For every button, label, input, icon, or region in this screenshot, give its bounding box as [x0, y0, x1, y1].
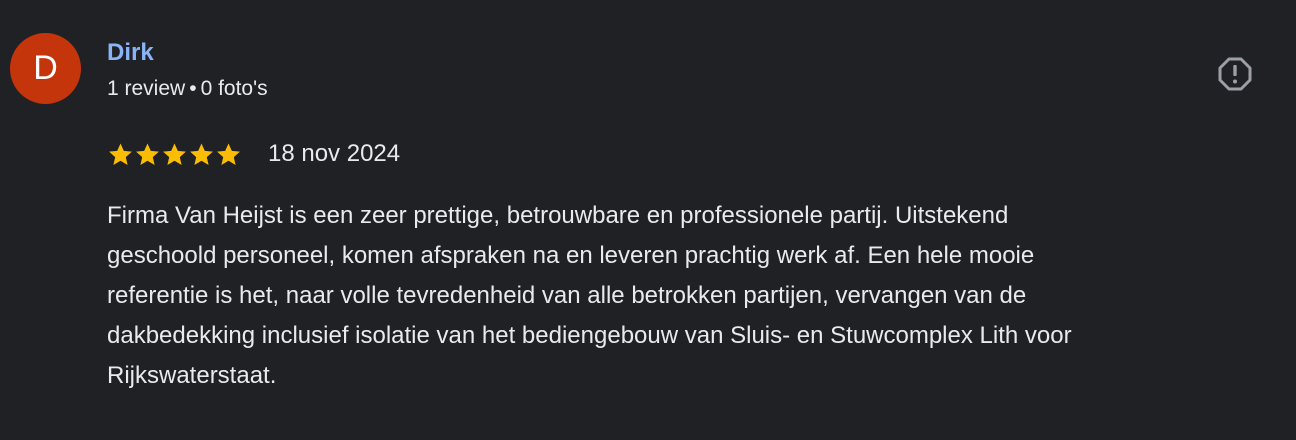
avatar[interactable]: D	[10, 33, 81, 104]
star-rating	[107, 141, 242, 168]
review-date: 18 nov 2024	[268, 140, 401, 167]
star-icon	[163, 142, 186, 165]
star-icon	[217, 142, 240, 165]
rating-row: 18 nov 2024	[107, 138, 400, 170]
report-flag-octagon-icon	[1218, 57, 1252, 91]
review-text-line: geschoold personeel, komen afspraken na …	[107, 242, 1035, 269]
review-text-line: referentie is het, naar volle tevredenhe…	[107, 282, 1027, 309]
review-text: Firma Van Heijst is een zeer prettige, b…	[107, 196, 1277, 396]
review-count: 1 review	[107, 77, 186, 100]
star-icon	[136, 142, 159, 165]
photo-count: 0 foto's	[200, 77, 268, 100]
review-text-line: dakbedekking inclusief isolatie van het …	[107, 322, 1072, 349]
reviewer-meta: 1 review • 0 foto's	[107, 75, 268, 103]
avatar-letter: D	[33, 49, 58, 87]
review-text-line: Rijkswaterstaat.	[107, 362, 277, 389]
review-card: D Dirk 1 review • 0 foto's 18 nov 2024 Fir…	[0, 0, 1296, 440]
reviewer-name[interactable]: Dirk	[107, 38, 154, 68]
star-icon	[109, 142, 132, 165]
star-icon	[190, 142, 213, 165]
review-text-line: Firma Van Heijst is een zeer prettige, b…	[107, 202, 1009, 229]
meta-separator: •	[189, 77, 197, 100]
report-review-button[interactable]	[1214, 53, 1256, 95]
